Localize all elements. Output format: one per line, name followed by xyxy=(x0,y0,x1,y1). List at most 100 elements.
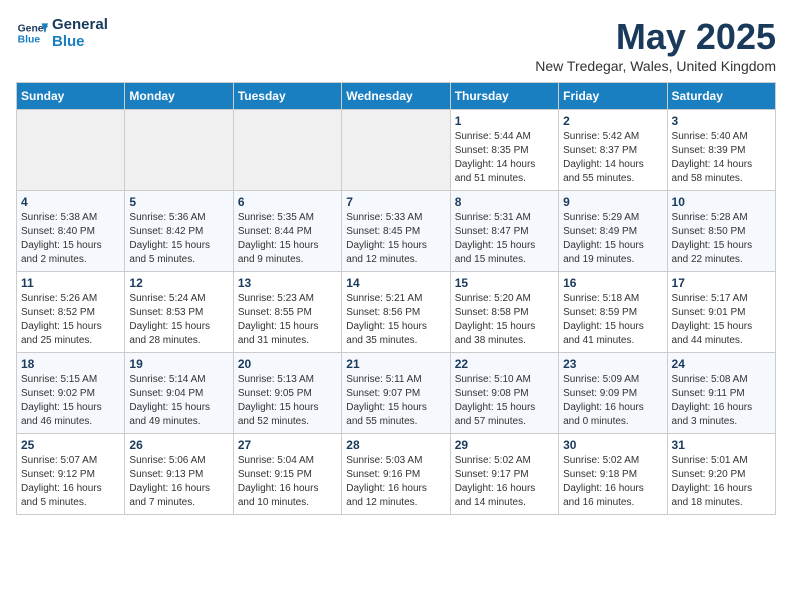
day-info: Sunrise: 5:38 AM Sunset: 8:40 PM Dayligh… xyxy=(21,211,120,267)
week-row-4: 25 Sunrise: 5:07 AM Sunset: 9:12 PM Dayli… xyxy=(17,434,776,515)
day-info: Sunrise: 5:13 AM Sunset: 9:05 PM Dayligh… xyxy=(238,373,337,429)
day-cell: 17Sunrise: 5:17 AM Sunset: 9:01 PM Dayli… xyxy=(667,272,775,353)
day-info: Sunrise: 5:29 AM Sunset: 8:49 PM Dayligh… xyxy=(563,211,662,267)
day-number: 3 xyxy=(672,114,771,128)
day-info: Sunrise: 5:21 AM Sunset: 8:56 PM Dayligh… xyxy=(346,292,445,348)
day-number: 23 xyxy=(563,357,662,371)
day-number: 20 xyxy=(238,357,337,371)
day-info: Sunrise: 5:44 AM Sunset: 8:35 PM Dayligh… xyxy=(455,130,554,186)
day-number: 31 xyxy=(672,438,771,452)
header-cell-wednesday: Wednesday xyxy=(342,83,450,110)
day-number: 11 xyxy=(21,276,120,290)
day-info: Sunrise: 5:23 AM Sunset: 8:55 PM Dayligh… xyxy=(238,292,337,348)
day-number: 18 xyxy=(21,357,120,371)
day-cell: 24Sunrise: 5:08 AM Sunset: 9:11 PM Dayli… xyxy=(667,353,775,434)
day-number: 14 xyxy=(346,276,445,290)
logo-line1: General xyxy=(52,16,108,33)
day-info: Sunrise: 5:06 AM Sunset: 9:13 PM Dayligh… xyxy=(129,454,228,510)
day-cell: 29 Sunrise: 5:02 AM Sunset: 9:17 PM Dayli… xyxy=(450,434,558,515)
day-cell: 25 Sunrise: 5:07 AM Sunset: 9:12 PM Dayli… xyxy=(17,434,125,515)
day-cell: 18 Sunrise: 5:15 AM Sunset: 9:02 PM Dayli… xyxy=(17,353,125,434)
day-number: 2 xyxy=(563,114,662,128)
svg-text:Blue: Blue xyxy=(18,35,41,46)
day-cell: 27 Sunrise: 5:04 AM Sunset: 9:15 PM Dayli… xyxy=(233,434,341,515)
title-area: May 2025 New Tredegar, Wales, United Kin… xyxy=(535,16,776,74)
day-info: Sunrise: 5:10 AM Sunset: 9:08 PM Dayligh… xyxy=(455,373,554,429)
day-info: Sunrise: 5:14 AM Sunset: 9:04 PM Dayligh… xyxy=(129,373,228,429)
day-info: Sunrise: 5:28 AM Sunset: 8:50 PM Dayligh… xyxy=(672,211,771,267)
day-info: Sunrise: 5:35 AM Sunset: 8:44 PM Dayligh… xyxy=(238,211,337,267)
day-number: 22 xyxy=(455,357,554,371)
day-info: Sunrise: 5:03 AM Sunset: 9:16 PM Dayligh… xyxy=(346,454,445,510)
day-cell xyxy=(17,110,125,191)
day-number: 1 xyxy=(455,114,554,128)
day-info: Sunrise: 5:31 AM Sunset: 8:47 PM Dayligh… xyxy=(455,211,554,267)
day-number: 6 xyxy=(238,195,337,209)
day-number: 30 xyxy=(563,438,662,452)
day-number: 5 xyxy=(129,195,228,209)
day-info: Sunrise: 5:01 AM Sunset: 9:20 PM Dayligh… xyxy=(672,454,771,510)
day-number: 7 xyxy=(346,195,445,209)
day-info: Sunrise: 5:07 AM Sunset: 9:12 PM Dayligh… xyxy=(21,454,120,510)
day-cell xyxy=(233,110,341,191)
day-cell: 7Sunrise: 5:33 AM Sunset: 8:45 PM Daylig… xyxy=(342,191,450,272)
day-info: Sunrise: 5:18 AM Sunset: 8:59 PM Dayligh… xyxy=(563,292,662,348)
day-info: Sunrise: 5:20 AM Sunset: 8:58 PM Dayligh… xyxy=(455,292,554,348)
header-cell-saturday: Saturday xyxy=(667,83,775,110)
day-cell: 2 Sunrise: 5:42 AM Sunset: 8:37 PM Daylig… xyxy=(559,110,667,191)
day-info: Sunrise: 5:24 AM Sunset: 8:53 PM Dayligh… xyxy=(129,292,228,348)
header-cell-monday: Monday xyxy=(125,83,233,110)
day-number: 21 xyxy=(346,357,445,371)
day-cell xyxy=(125,110,233,191)
day-info: Sunrise: 5:42 AM Sunset: 8:37 PM Dayligh… xyxy=(563,130,662,186)
day-info: Sunrise: 5:02 AM Sunset: 9:18 PM Dayligh… xyxy=(563,454,662,510)
day-number: 15 xyxy=(455,276,554,290)
week-row-2: 11Sunrise: 5:26 AM Sunset: 8:52 PM Dayli… xyxy=(17,272,776,353)
day-cell: 5Sunrise: 5:36 AM Sunset: 8:42 PM Daylig… xyxy=(125,191,233,272)
day-number: 16 xyxy=(563,276,662,290)
day-cell: 13 Sunrise: 5:23 AM Sunset: 8:55 PM Dayli… xyxy=(233,272,341,353)
day-cell: 8 Sunrise: 5:31 AM Sunset: 8:47 PM Daylig… xyxy=(450,191,558,272)
logo-icon: General Blue xyxy=(16,17,48,49)
day-cell: 14 Sunrise: 5:21 AM Sunset: 8:56 PM Dayli… xyxy=(342,272,450,353)
day-cell: 4 Sunrise: 5:38 AM Sunset: 8:40 PM Daylig… xyxy=(17,191,125,272)
day-cell: 12 Sunrise: 5:24 AM Sunset: 8:53 PM Dayli… xyxy=(125,272,233,353)
calendar-body: 1 Sunrise: 5:44 AM Sunset: 8:35 PM Daylig… xyxy=(17,110,776,515)
day-cell: 30 Sunrise: 5:02 AM Sunset: 9:18 PM Dayli… xyxy=(559,434,667,515)
day-number: 4 xyxy=(21,195,120,209)
day-number: 13 xyxy=(238,276,337,290)
day-info: Sunrise: 5:04 AM Sunset: 9:15 PM Dayligh… xyxy=(238,454,337,510)
day-number: 10 xyxy=(672,195,771,209)
calendar-header: SundayMondayTuesdayWednesdayThursdayFrid… xyxy=(17,83,776,110)
header-row: SundayMondayTuesdayWednesdayThursdayFrid… xyxy=(17,83,776,110)
logo-line2: Blue xyxy=(52,33,108,50)
day-info: Sunrise: 5:17 AM Sunset: 9:01 PM Dayligh… xyxy=(672,292,771,348)
day-info: Sunrise: 5:15 AM Sunset: 9:02 PM Dayligh… xyxy=(21,373,120,429)
header-cell-thursday: Thursday xyxy=(450,83,558,110)
day-cell xyxy=(342,110,450,191)
day-number: 19 xyxy=(129,357,228,371)
day-number: 12 xyxy=(129,276,228,290)
header-cell-friday: Friday xyxy=(559,83,667,110)
day-number: 27 xyxy=(238,438,337,452)
week-row-1: 4 Sunrise: 5:38 AM Sunset: 8:40 PM Daylig… xyxy=(17,191,776,272)
day-cell: 20 Sunrise: 5:13 AM Sunset: 9:05 PM Dayli… xyxy=(233,353,341,434)
calendar-title: May 2025 xyxy=(535,16,776,58)
calendar-table: SundayMondayTuesdayWednesdayThursdayFrid… xyxy=(16,82,776,515)
header: General Blue General Blue May 2025 New T… xyxy=(16,16,776,74)
day-info: Sunrise: 5:40 AM Sunset: 8:39 PM Dayligh… xyxy=(672,130,771,186)
day-info: Sunrise: 5:02 AM Sunset: 9:17 PM Dayligh… xyxy=(455,454,554,510)
day-number: 8 xyxy=(455,195,554,209)
day-number: 29 xyxy=(455,438,554,452)
day-cell: 16 Sunrise: 5:18 AM Sunset: 8:59 PM Dayli… xyxy=(559,272,667,353)
day-info: Sunrise: 5:09 AM Sunset: 9:09 PM Dayligh… xyxy=(563,373,662,429)
day-cell: 28Sunrise: 5:03 AM Sunset: 9:16 PM Dayli… xyxy=(342,434,450,515)
day-cell: 11Sunrise: 5:26 AM Sunset: 8:52 PM Dayli… xyxy=(17,272,125,353)
day-cell: 10 Sunrise: 5:28 AM Sunset: 8:50 PM Dayli… xyxy=(667,191,775,272)
day-number: 25 xyxy=(21,438,120,452)
day-cell: 9Sunrise: 5:29 AM Sunset: 8:49 PM Daylig… xyxy=(559,191,667,272)
day-cell: 15 Sunrise: 5:20 AM Sunset: 8:58 PM Dayli… xyxy=(450,272,558,353)
day-number: 26 xyxy=(129,438,228,452)
day-cell: 22 Sunrise: 5:10 AM Sunset: 9:08 PM Dayli… xyxy=(450,353,558,434)
week-row-3: 18 Sunrise: 5:15 AM Sunset: 9:02 PM Dayli… xyxy=(17,353,776,434)
